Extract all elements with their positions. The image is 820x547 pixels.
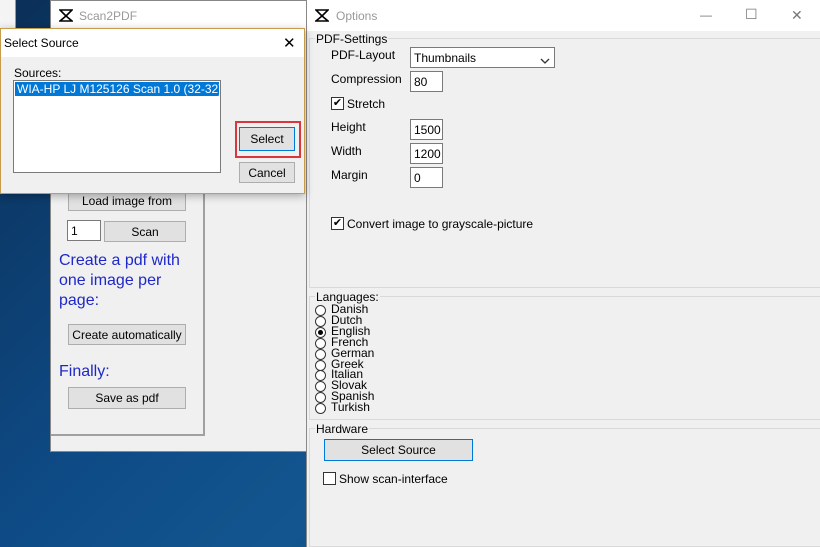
language-radio[interactable] — [315, 305, 326, 316]
language-radio[interactable] — [315, 370, 326, 382]
scan-count-input[interactable]: 1 — [67, 220, 101, 241]
options-titlebar[interactable]: Options — ☐ ✕ — [307, 0, 820, 31]
stretch-label: Stretch — [347, 97, 386, 111]
language-radio[interactable] — [315, 326, 326, 338]
show-scan-interface-checkbox[interactable] — [323, 472, 336, 485]
language-radio[interactable] — [315, 392, 326, 404]
dialog-titlebar[interactable]: Select Source ✕ — [1, 29, 304, 57]
minimize-icon[interactable]: — — [700, 8, 712, 22]
create-automatically-button[interactable]: Create automatically — [68, 324, 186, 345]
sources-listbox[interactable]: WIA-HP LJ M125126 Scan 1.0 (32-32) — [13, 80, 221, 173]
scan2pdf-titlebar[interactable]: Scan2PDF — [51, 1, 307, 31]
language-radio[interactable] — [315, 359, 326, 371]
height-label: Height — [331, 120, 366, 134]
margin-label: Margin — [331, 168, 368, 182]
select-source-button[interactable]: Select Source — [324, 439, 473, 461]
compression-label: Compression — [331, 72, 402, 86]
pdf-layout-value: Thumbnails — [414, 51, 477, 65]
show-scan-interface-label: Show scan-interface — [339, 472, 448, 486]
pdf-layout-label: PDF-Layout — [331, 48, 396, 62]
select-button[interactable]: Select — [239, 127, 295, 151]
language-radio[interactable] — [315, 403, 326, 415]
language-radio[interactable] — [315, 381, 326, 393]
height-input[interactable]: 1500 — [410, 119, 443, 140]
grayscale-label: Convert image to grayscale-picture — [347, 217, 534, 231]
width-input[interactable]: 1200 — [410, 143, 443, 164]
width-label: Width — [331, 144, 362, 158]
scan2pdf-title: Scan2PDF — [79, 9, 138, 23]
language-radio[interactable] — [315, 337, 326, 349]
margin-input[interactable]: 0 — [410, 167, 443, 188]
finally-text: Finally: — [59, 363, 110, 380]
language-option[interactable]: Turkish — [315, 400, 435, 415]
hardware-label: Hardware — [315, 422, 370, 436]
compression-input[interactable]: 80 — [410, 71, 443, 92]
dialog-title: Select Source — [4, 36, 79, 50]
save-pdf-button[interactable]: Save as pdf — [68, 387, 186, 409]
pdf-layout-select[interactable]: Thumbnails — [410, 47, 555, 68]
scan-button[interactable]: Scan — [104, 221, 186, 242]
close-icon[interactable]: ✕ — [791, 7, 803, 24]
maximize-icon[interactable]: ☐ — [745, 6, 758, 23]
chevron-down-icon — [540, 54, 550, 68]
language-radio[interactable] — [315, 348, 326, 360]
pdf-settings-label: PDF-Settings — [315, 32, 389, 46]
options-title: Options — [336, 9, 378, 23]
select-source-dialog: Select Source ✕ Sources: WIA-HP LJ M1251… — [0, 28, 305, 194]
stretch-checkbox[interactable]: ✔ — [331, 97, 344, 110]
language-radio[interactable] — [315, 315, 326, 327]
create-pdf-instruction: Create a pdf with one image per page: — [59, 252, 180, 309]
desktop-file-icon[interactable] — [0, 0, 16, 28]
options-window: Options — ☐ ✕ PDF-Settings PDF-Layout Th… — [306, 0, 820, 547]
sources-label: Sources: — [14, 66, 62, 80]
options-app-icon — [313, 9, 331, 22]
scan2pdf-app-icon — [57, 9, 75, 22]
sources-list-item-selected[interactable]: WIA-HP LJ M125126 Scan 1.0 (32-32) — [15, 82, 219, 96]
dialog-close-icon[interactable]: ✕ — [283, 34, 296, 52]
cancel-button[interactable]: Cancel — [239, 162, 295, 183]
language-label: Turkish — [331, 400, 370, 415]
grayscale-checkbox[interactable]: ✔ — [331, 217, 344, 230]
